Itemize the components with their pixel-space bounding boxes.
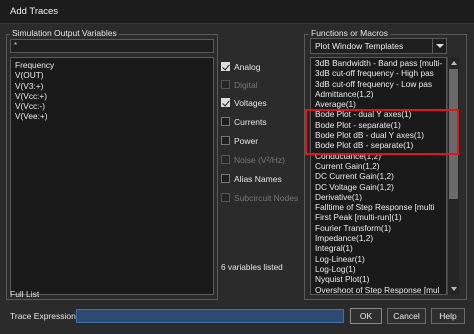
filter-noise-v-hz-checkbox: Noise (V²/Hz) [221, 153, 285, 166]
variable-item[interactable]: V(V3:+) [11, 81, 213, 91]
functions-list[interactable]: 3dB Bandwidth - Band pass [multi- 3dB cut… [310, 57, 447, 295]
filter-label: Alias Names [234, 173, 282, 184]
function-item[interactable]: First Peak [multi-run](1) [311, 212, 446, 222]
function-category-dropdown[interactable]: Plot Window Templates [310, 38, 447, 54]
checkmark-icon[interactable] [221, 62, 230, 71]
function-item[interactable]: 3dB cut-off frequency - Low pas [311, 79, 446, 89]
function-item[interactable]: Impedance(1,2) [311, 233, 446, 243]
checkbox-box[interactable] [221, 174, 230, 183]
filter-subcircuit-nodes-checkbox: Subcircuit Nodes [221, 191, 298, 204]
checkbox-box[interactable] [221, 136, 230, 145]
cancel-button[interactable]: Cancel [387, 308, 426, 324]
sim-vars-group-label: Simulation Output Variables [10, 28, 119, 38]
function-item[interactable]: Integral(1) [311, 243, 446, 253]
checkbox-box [221, 80, 230, 89]
function-item[interactable]: Bode Plot dB - dual Y axes(1) [311, 130, 446, 140]
function-item[interactable]: Fourier Transform(1) [311, 223, 446, 233]
filter-voltages-checkbox[interactable]: Voltages [221, 96, 267, 109]
filter-analog-checkbox[interactable]: Analog [221, 60, 260, 73]
variable-item[interactable]: V(Vee:+) [11, 111, 213, 121]
variables-list[interactable]: Frequency V(OUT) V(V3:+) V(Vcc:+) V(Vcc:-) V(… [10, 57, 214, 295]
window-title: Add Traces [10, 6, 59, 17]
functions-group-label: Functions or Macros [309, 28, 390, 38]
filter-label: Subcircuit Nodes [234, 192, 299, 203]
full-list-label: Full List [10, 289, 40, 299]
variables-count: 6 variables listed [221, 262, 283, 272]
help-button[interactable]: Help [431, 308, 465, 324]
filter-power-checkbox[interactable]: Power [221, 134, 258, 147]
function-item[interactable]: Log-Linear(1) [311, 254, 446, 264]
chevron-down-icon[interactable] [432, 39, 446, 53]
filter-label: Power [234, 135, 259, 146]
functions-scrollbar[interactable] [447, 57, 459, 295]
variable-item[interactable]: V(Vcc:+) [11, 91, 213, 101]
filter-label: Digital [234, 79, 258, 90]
function-item[interactable]: Nyquist Plot(1) [311, 274, 446, 284]
function-item[interactable]: Admittance(1,2) [311, 89, 446, 99]
function-item[interactable]: Falltime of Step Response [multi [311, 202, 446, 212]
function-item[interactable]: Conductance(1,2) [311, 151, 446, 161]
function-item[interactable]: Bode Plot - separate(1) [311, 120, 446, 130]
filter-label: Voltages [234, 97, 267, 108]
title-bar: Add Traces [0, 0, 474, 24]
checkbox-box [221, 193, 230, 202]
function-item[interactable]: DC Voltage Gain(1,2) [311, 182, 446, 192]
ok-button[interactable]: OK [350, 308, 382, 324]
function-item[interactable]: Bode Plot - dual Y axes(1) [311, 109, 446, 119]
function-item[interactable]: Overshoot of Step Response [mul [311, 285, 446, 294]
filter-label: Noise (V²/Hz) [234, 154, 286, 165]
trace-expression-input[interactable] [76, 309, 344, 323]
function-item[interactable]: Current Gain(1,2) [311, 161, 446, 171]
filter-digital-checkbox: Digital [221, 78, 258, 91]
variable-item[interactable]: V(OUT) [11, 70, 213, 80]
function-item[interactable]: Average(1) [311, 99, 446, 109]
filter-label: Currents [234, 116, 267, 127]
filter-currents-checkbox[interactable]: Currents [221, 115, 267, 128]
scroll-down-arrow-icon[interactable] [448, 285, 459, 294]
filter-alias-names-checkbox[interactable]: Alias Names [221, 172, 282, 185]
function-item[interactable]: DC Current Gain(1,2) [311, 171, 446, 181]
function-category-value: Plot Window Templates [315, 41, 404, 51]
checkmark-icon[interactable] [221, 98, 230, 107]
filter-label: Analog [234, 61, 261, 72]
variable-filter-input[interactable]: * [10, 39, 214, 53]
scroll-up-arrow-icon[interactable] [448, 58, 459, 67]
function-item[interactable]: 3dB Bandwidth - Band pass [multi- [311, 58, 446, 68]
variable-item[interactable]: Frequency [11, 60, 213, 70]
function-item[interactable]: 3dB cut-off frequency - High pas [311, 68, 446, 78]
checkbox-box[interactable] [221, 117, 230, 126]
add-traces-dialog: Simulation Output Variables * Frequency V… [0, 24, 474, 334]
function-item[interactable]: Derivative(1) [311, 192, 446, 202]
variable-item[interactable]: V(Vcc:-) [11, 101, 213, 111]
trace-expression-label: Trace Expression: [10, 311, 79, 321]
function-item[interactable]: Log-Log(1) [311, 264, 446, 274]
scrollbar-thumb[interactable] [449, 69, 458, 199]
checkbox-box [221, 155, 230, 164]
function-item[interactable]: Bode Plot dB - separate(1) [311, 140, 446, 150]
